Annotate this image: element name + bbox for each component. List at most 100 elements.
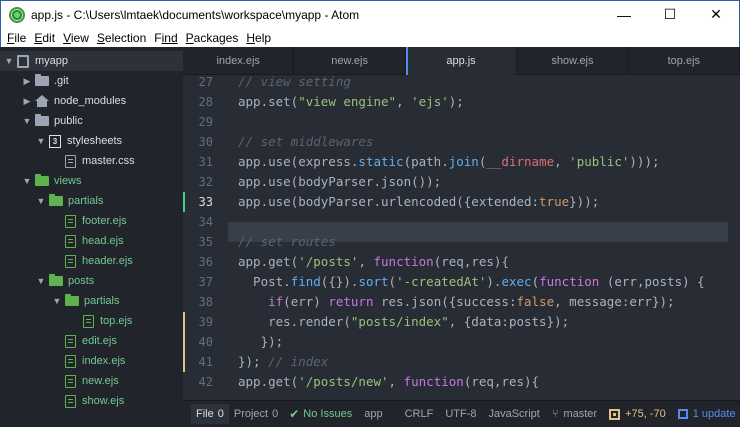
code-line: // set middlewares bbox=[238, 134, 374, 149]
tree-item-edit-ejs[interactable]: edit.ejs bbox=[0, 331, 183, 351]
chevron-down-icon[interactable]: ▼ bbox=[22, 176, 32, 186]
status-scope[interactable]: app bbox=[358, 401, 388, 427]
status-linter[interactable]: ✔ No Issues bbox=[283, 401, 358, 427]
atom-logo-icon bbox=[9, 6, 25, 23]
tree-item-label: head.ejs bbox=[82, 235, 124, 247]
status-project-tab[interactable]: Project 0 bbox=[229, 404, 283, 424]
diff-icon bbox=[609, 408, 621, 420]
tab-app-js[interactable]: app.js bbox=[405, 47, 518, 75]
tree-item-views[interactable]: ▼ views bbox=[0, 171, 183, 191]
tree-item-show-ejs[interactable]: show.ejs bbox=[0, 391, 183, 411]
file-icon bbox=[65, 234, 76, 248]
tree-item-new-ejs[interactable]: new.ejs bbox=[0, 371, 183, 391]
tree-item-index-ejs[interactable]: index.ejs bbox=[0, 351, 183, 371]
menu-view[interactable]: View bbox=[59, 31, 93, 45]
tree-item-label: show.ejs bbox=[82, 395, 125, 407]
tree-item-label: partials bbox=[84, 295, 120, 307]
tree-item-label: top.ejs bbox=[100, 315, 133, 327]
folder-icon bbox=[35, 114, 49, 126]
menu-packages[interactable]: Packages bbox=[182, 31, 243, 45]
code-line: }); bbox=[238, 334, 284, 349]
tab-show-ejs[interactable]: show.ejs bbox=[517, 47, 629, 75]
tab-index-ejs[interactable]: index.ejs bbox=[183, 47, 295, 75]
chevron-down-icon[interactable]: ▼ bbox=[36, 196, 46, 206]
tree-item-label: posts bbox=[68, 275, 95, 287]
tree-item-label: new.ejs bbox=[82, 375, 119, 387]
tree-item-label: views bbox=[54, 175, 82, 187]
line-number: 35 bbox=[198, 235, 213, 249]
status-updates[interactable]: 1 update bbox=[672, 401, 740, 427]
line-number: 31 bbox=[198, 155, 213, 169]
close-button[interactable]: ✕ bbox=[693, 1, 739, 28]
tree-item-posts-partials[interactable]: ▼ partials bbox=[0, 291, 183, 311]
minimize-button[interactable]: — bbox=[601, 1, 647, 28]
tree-item-master-css[interactable]: master.css bbox=[0, 151, 183, 171]
tree-item-top-ejs[interactable]: top.ejs bbox=[0, 311, 183, 331]
status-line-ending[interactable]: CRLF bbox=[399, 401, 440, 427]
status-grammar[interactable]: JavaScript bbox=[482, 401, 545, 427]
menu-find[interactable]: Find bbox=[150, 31, 181, 45]
chevron-down-icon[interactable]: ▼ bbox=[22, 116, 32, 126]
tab-bar: index.ejs new.ejs app.js show.ejs top.ej… bbox=[183, 47, 740, 75]
tree-item-label: header.ejs bbox=[82, 255, 133, 267]
chevron-down-icon[interactable]: ▼ bbox=[4, 56, 14, 66]
line-number: 34 bbox=[198, 215, 213, 229]
code-line: app.use(bodyParser.json()); bbox=[238, 174, 442, 189]
tree-item-myapp[interactable]: ▼ myapp bbox=[0, 51, 183, 71]
menu-bar: File Edit View Selection Find Packages H… bbox=[0, 28, 740, 47]
tree-item-head-ejs[interactable]: head.ejs bbox=[0, 231, 183, 251]
file-icon bbox=[65, 394, 76, 408]
status-git-diff[interactable]: +75, -70 bbox=[603, 401, 672, 427]
code-line: app.set("view engine", 'ejs'); bbox=[238, 94, 464, 109]
tree-item-footer-ejs[interactable]: footer.ejs bbox=[0, 211, 183, 231]
code-editor[interactable]: 27 28 29 30 31 32 33 34 35 36 37 38 39 4… bbox=[183, 75, 740, 400]
folder-icon bbox=[35, 74, 49, 86]
line-number: 30 bbox=[198, 135, 213, 149]
status-encoding[interactable]: UTF-8 bbox=[439, 401, 482, 427]
menu-selection[interactable]: Selection bbox=[93, 31, 150, 45]
home-icon bbox=[35, 95, 49, 107]
chevron-down-icon[interactable]: ▼ bbox=[36, 136, 46, 146]
editor-scrollbar[interactable] bbox=[730, 75, 740, 400]
tree-item-label: public bbox=[54, 115, 83, 127]
tree-item-label: stylesheets bbox=[67, 135, 123, 147]
tree-item-node-modules[interactable]: ▶ node_modules bbox=[0, 91, 183, 111]
chevron-right-icon[interactable]: ▶ bbox=[22, 76, 32, 87]
tree-item-header-ejs[interactable]: header.ejs bbox=[0, 251, 183, 271]
code-line: app.use(bodyParser.urlencoded({extended:… bbox=[238, 194, 600, 209]
chevron-down-icon[interactable]: ▼ bbox=[52, 296, 62, 306]
menu-help[interactable]: Help bbox=[242, 31, 275, 45]
menu-edit[interactable]: Edit bbox=[30, 31, 59, 45]
window-title: app.js - C:\Users\lmtaek\documents\works… bbox=[31, 7, 360, 22]
file-icon bbox=[83, 314, 94, 328]
tab-top-ejs[interactable]: top.ejs bbox=[628, 47, 740, 75]
code-line: // set routes bbox=[238, 234, 336, 249]
check-icon: ✔ bbox=[289, 407, 300, 421]
code-line: // view setting bbox=[238, 75, 351, 89]
tree-item-posts[interactable]: ▼ posts bbox=[0, 271, 183, 291]
status-branch[interactable]: ⑂ master bbox=[546, 401, 603, 427]
tree-item-label: myapp bbox=[35, 55, 69, 67]
line-number: 29 bbox=[198, 115, 213, 129]
code-line: app.use(express.static(path.join(__dirna… bbox=[238, 154, 660, 169]
code-line: app.get('/posts/new', function(req,res){ bbox=[238, 374, 540, 389]
maximize-button[interactable]: ☐ bbox=[647, 1, 693, 28]
tree-item-public[interactable]: ▼ public bbox=[0, 111, 183, 131]
chevron-right-icon[interactable]: ▶ bbox=[22, 96, 32, 107]
menu-file[interactable]: File bbox=[3, 31, 30, 45]
file-icon bbox=[65, 374, 76, 388]
repo-icon bbox=[17, 54, 29, 68]
tree-item-git[interactable]: ▶ .git bbox=[0, 71, 183, 91]
code-line: res.render("posts/index", {data:posts}); bbox=[238, 314, 570, 329]
line-number: 41 bbox=[198, 355, 213, 369]
git-modified-marker bbox=[183, 352, 185, 372]
tab-new-ejs[interactable]: new.ejs bbox=[294, 47, 406, 75]
file-icon bbox=[65, 154, 76, 168]
status-file-tab[interactable]: File 0 bbox=[191, 404, 229, 424]
tree-item-stylesheets[interactable]: ▼ 3 stylesheets bbox=[0, 131, 183, 151]
code-line: }); // index bbox=[238, 354, 329, 369]
chevron-down-icon[interactable]: ▼ bbox=[36, 276, 46, 286]
file-icon bbox=[65, 214, 76, 228]
line-number: 42 bbox=[198, 375, 213, 389]
tree-item-partials[interactable]: ▼ partials bbox=[0, 191, 183, 211]
